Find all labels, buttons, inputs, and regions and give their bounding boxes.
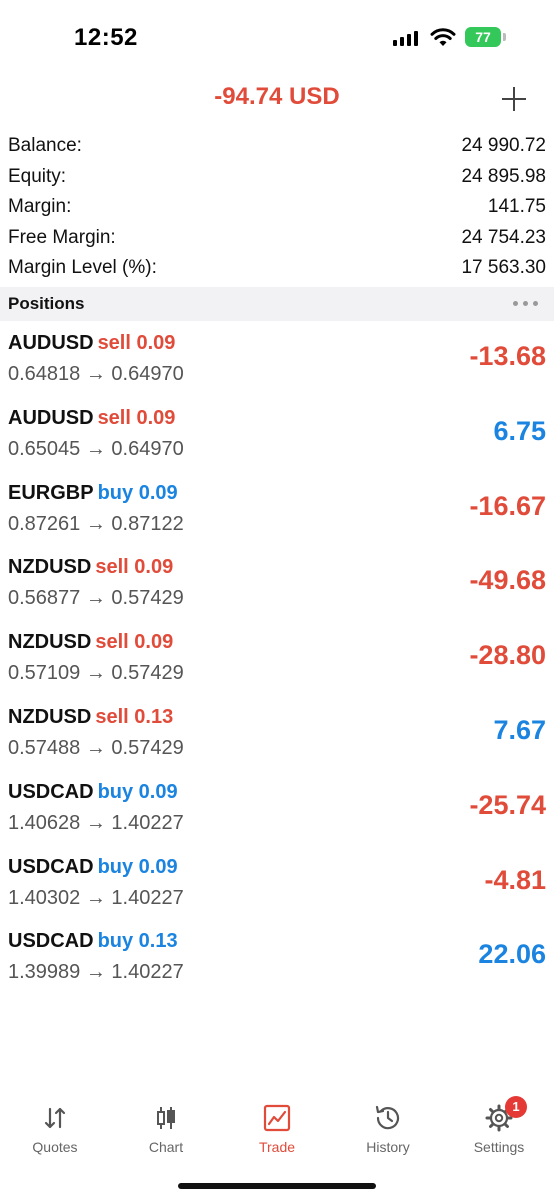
position-row[interactable]: NZDUSD sell 0.09 0.57109 → 0.57429 -28.80	[0, 626, 554, 701]
position-side-volume: sell 0.09	[97, 406, 176, 429]
position-symbol: NZDUSD	[8, 705, 92, 728]
account-label: Free Margin:	[8, 226, 116, 248]
account-summary: Balance: 24 990.72 Equity: 24 895.98 Mar…	[0, 131, 554, 284]
tab-trade[interactable]: Trade	[222, 1090, 332, 1160]
position-prices: 0.57109 → 0.57429	[8, 662, 184, 685]
position-row[interactable]: NZDUSD sell 0.13 0.57488 → 0.57429 7.67	[0, 701, 554, 776]
position-prices: 1.39989 → 1.40227	[8, 961, 184, 984]
account-value: 24 895.98	[461, 165, 546, 187]
position-side-volume: sell 0.09	[95, 631, 174, 654]
position-side-volume: buy 0.09	[97, 855, 178, 878]
position-profit: -4.81	[484, 864, 546, 895]
tab-label: History	[366, 1139, 410, 1155]
account-label: Margin:	[8, 196, 72, 217]
account-row-equity: Equity: 24 895.98	[0, 162, 554, 193]
position-row[interactable]: USDCAD buy 0.09 1.40302 → 1.40227 -4.81	[0, 851, 554, 926]
tab-chart[interactable]: Chart	[111, 1090, 221, 1160]
position-prices: 1.40302 → 1.40227	[8, 886, 184, 909]
account-value: 17 563.30	[461, 257, 546, 278]
account-value: 141.75	[487, 196, 546, 217]
tab-history[interactable]: History	[333, 1090, 443, 1160]
position-prices: 0.65045 → 0.64970	[8, 437, 184, 460]
position-side-volume: buy 0.09	[97, 481, 178, 504]
position-row[interactable]: AUDUSD sell 0.09 0.65045 → 0.64970 6.75	[0, 402, 554, 477]
position-symbol: NZDUSD	[8, 556, 92, 579]
account-label: Equity:	[8, 165, 67, 187]
notification-badge: 1	[505, 1096, 527, 1118]
candlestick-chart-icon	[157, 1107, 175, 1129]
tab-label: Quotes	[32, 1139, 78, 1155]
status-time: 12:52	[74, 24, 138, 51]
position-row[interactable]: USDCAD buy 0.13 1.39989 → 1.40227 22.06	[0, 925, 554, 1000]
position-profit: 22.06	[478, 939, 546, 970]
positions-section-header: Positions	[0, 287, 554, 321]
quotes-arrows-icon	[44, 1107, 66, 1129]
position-symbol: AUDUSD	[8, 332, 94, 354]
trade-header: -94.74 USD	[0, 75, 554, 121]
account-value: 24 754.23	[461, 226, 546, 248]
home-indicator	[178, 1183, 376, 1189]
position-profit: -13.68	[469, 341, 546, 371]
position-profit: -49.68	[469, 565, 546, 596]
tab-quotes[interactable]: Quotes	[0, 1090, 110, 1160]
position-symbol: USDCAD	[8, 780, 94, 803]
position-prices: 0.57488 → 0.57429	[8, 736, 184, 759]
position-side-volume: sell 0.09	[97, 332, 176, 354]
history-clock-icon	[375, 1105, 400, 1130]
account-value: 24 990.72	[461, 135, 546, 156]
tab-settings[interactable]: 1 Settings	[444, 1090, 554, 1160]
battery-cap	[503, 33, 506, 41]
position-profit: 6.75	[493, 415, 546, 446]
position-side-volume: buy 0.13	[97, 930, 178, 953]
account-row-margin-level: Margin Level (%): 17 563.30	[0, 253, 554, 284]
positions-title: Positions	[8, 294, 85, 313]
position-profit: -25.74	[469, 789, 546, 820]
position-row[interactable]: USDCAD buy 0.09 1.40628 → 1.40227 -25.74	[0, 776, 554, 851]
position-symbol: AUDUSD	[8, 406, 94, 429]
account-row-balance: Balance: 24 990.72	[0, 131, 554, 162]
position-symbol: USDCAD	[8, 855, 94, 878]
position-prices: 0.56877 → 0.57429	[8, 587, 184, 610]
position-profit: 7.67	[493, 714, 546, 745]
position-row[interactable]: EURGBP buy 0.09 0.87261 → 0.87122 -16.67	[0, 477, 554, 552]
account-row-free-margin: Free Margin: 24 754.23	[0, 223, 554, 254]
position-profit: -16.67	[469, 490, 546, 521]
positions-list: AUDUSD sell 0.09 0.64818 → 0.64970 -13.68…	[0, 327, 554, 1000]
position-prices: 0.64818 → 0.64970	[8, 363, 184, 385]
cellular-signal-icon	[393, 30, 418, 46]
account-label: Balance:	[8, 135, 82, 156]
position-prices: 1.40628 → 1.40227	[8, 811, 184, 834]
position-side-volume: sell 0.13	[95, 705, 174, 728]
more-dots-icon[interactable]	[513, 301, 538, 306]
position-symbol: NZDUSD	[8, 631, 92, 654]
tab-label: Settings	[473, 1139, 525, 1155]
position-row[interactable]: AUDUSD sell 0.09 0.64818 → 0.64970 -13.68	[0, 327, 554, 402]
tab-label: Chart	[148, 1139, 184, 1155]
position-prices: 0.87261 → 0.87122	[8, 512, 184, 535]
wifi-icon	[430, 28, 456, 46]
tab-label: Trade	[258, 1139, 296, 1155]
trade-chart-icon	[263, 1104, 291, 1132]
status-bar: 12:52 77	[0, 0, 554, 70]
account-label: Margin Level (%):	[8, 257, 157, 278]
position-symbol: USDCAD	[8, 930, 94, 953]
account-row-margin: Margin: 141.75	[0, 192, 554, 223]
bottom-tab-bar: Quotes Chart Trade History 1 Settings	[0, 1090, 554, 1170]
battery-icon: 77	[465, 27, 501, 47]
total-profit: -94.74 USD	[214, 83, 340, 110]
position-row[interactable]: NZDUSD sell 0.09 0.56877 → 0.57429 -49.68	[0, 551, 554, 626]
position-symbol: EURGBP	[8, 481, 94, 504]
position-profit: -28.80	[469, 640, 546, 671]
position-side-volume: buy 0.09	[97, 780, 178, 803]
add-order-button plus-icon[interactable]	[500, 85, 528, 113]
position-side-volume: sell 0.09	[95, 556, 174, 579]
